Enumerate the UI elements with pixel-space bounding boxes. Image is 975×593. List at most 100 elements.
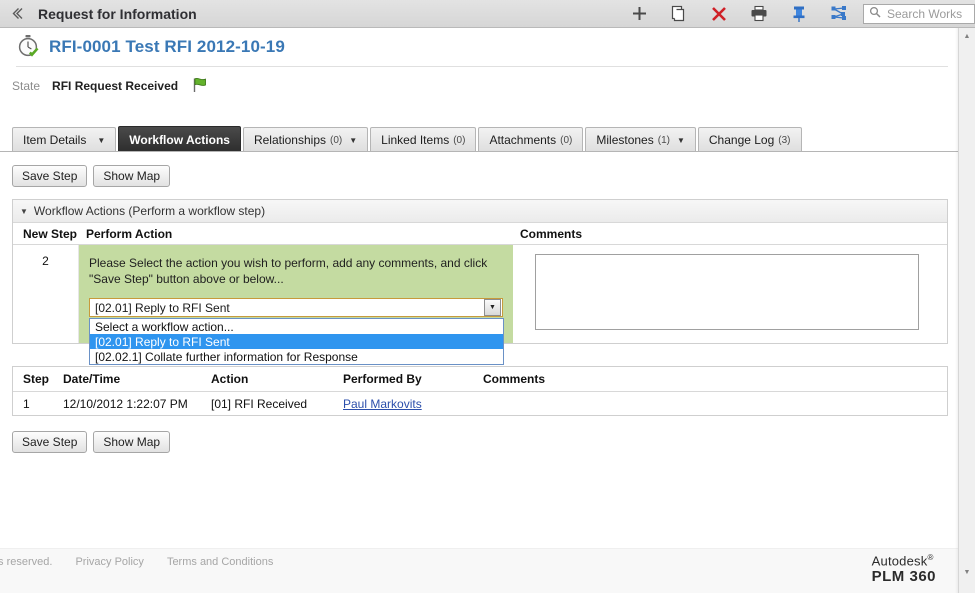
tab-relationships[interactable]: Relationships (0) ▼ xyxy=(242,127,369,152)
collapse-triangle-icon[interactable]: ▼ xyxy=(20,207,28,216)
privacy-policy-link[interactable]: Privacy Policy xyxy=(75,556,143,568)
brand-plm360: PLM 360 xyxy=(871,568,936,586)
tab-count: (0) xyxy=(560,134,573,146)
header-divider xyxy=(16,66,948,67)
history-header-row: Step Date/Time Action Performed By Comme… xyxy=(13,367,947,392)
save-step-button-top[interactable]: Save Step xyxy=(12,165,88,187)
chevron-down-icon: ▼ xyxy=(676,135,685,145)
flag-icon xyxy=(190,75,210,98)
column-header-comments: Comments xyxy=(520,226,583,241)
toolbar-icon-group xyxy=(619,0,975,28)
tab-bar-underline xyxy=(0,151,958,152)
workflow-action-select[interactable]: [02.01] Reply to RFI Sent ▼ Select a wor… xyxy=(89,298,504,365)
pin-icon[interactable] xyxy=(779,0,819,28)
page-title: RFI-0001 Test RFI 2012-10-19 xyxy=(49,37,285,56)
footer-links: ts reserved. Privacy Policy Terms and Co… xyxy=(0,556,273,568)
tab-count: (1) xyxy=(657,134,670,146)
state-row: State RFI Request Received xyxy=(0,70,958,102)
workflow-action-option-selected[interactable]: [02.01] Reply to RFI Sent xyxy=(90,334,503,349)
application-window: Request for Information Search Works RFI… xyxy=(0,0,975,593)
tab-attachments[interactable]: Attachments (0) xyxy=(478,127,584,152)
tab-bar: Item Details ▼ Workflow Actions Relation… xyxy=(12,126,804,152)
search-icon xyxy=(869,6,881,21)
footer-copyright: ts reserved. xyxy=(0,556,53,568)
chevron-down-icon: ▼ xyxy=(97,135,106,145)
column-header-perform-action: Perform Action xyxy=(86,226,173,241)
column-header-new-step: New Step xyxy=(23,226,78,241)
print-icon[interactable] xyxy=(739,0,779,28)
workflow-action-select-box[interactable]: [02.01] Reply to RFI Sent ▼ xyxy=(89,298,503,317)
action-instruction-text: Please Select the action you wish to per… xyxy=(89,256,488,286)
tab-milestones[interactable]: Milestones (1) ▼ xyxy=(585,127,696,152)
top-toolbar: Request for Information xyxy=(0,0,975,28)
brand-autodesk-text: Autodesk xyxy=(871,553,928,569)
tab-label: Linked Items xyxy=(381,133,450,147)
tab-label: Relationships xyxy=(253,133,326,147)
tab-label: Change Log xyxy=(708,133,775,147)
back-chevron-icon[interactable] xyxy=(0,0,34,28)
action-buttons-top: Save Step Show Map xyxy=(12,165,171,187)
panel-header[interactable]: ▼ Workflow Actions (Perform a workflow s… xyxy=(13,200,947,223)
workflow-actions-panel: ▼ Workflow Actions (Perform a workflow s… xyxy=(12,199,948,365)
tab-item-details[interactable]: Item Details ▼ xyxy=(12,127,117,152)
state-value: RFI Request Received xyxy=(52,79,179,93)
page-header: RFI-0001 Test RFI 2012-10-19 xyxy=(0,28,958,66)
workflow-grid-header: New Step Perform Action Comments xyxy=(13,223,947,245)
search-input[interactable] xyxy=(885,4,970,23)
workflow-grid-row: 2 Please Select the action you wish to p… xyxy=(13,245,947,365)
chevron-down-icon[interactable]: ▼ xyxy=(484,299,501,316)
registered-mark: ® xyxy=(927,553,934,562)
workflow-map-icon[interactable] xyxy=(819,0,859,28)
history-column-comments: Comments xyxy=(483,372,546,386)
tab-workflow-actions[interactable]: Workflow Actions xyxy=(118,126,241,152)
tab-count: (0) xyxy=(453,134,466,146)
workflow-action-selected-value: [02.01] Reply to RFI Sent xyxy=(95,300,230,315)
show-map-button-bottom[interactable]: Show Map xyxy=(93,431,171,453)
action-buttons-bottom: Save Step Show Map xyxy=(12,431,171,453)
autodesk-plm360-logo: Autodesk® PLM 360 xyxy=(872,553,936,585)
tab-count: (0) xyxy=(330,134,343,146)
copy-icon[interactable] xyxy=(659,0,699,28)
workflow-action-option[interactable]: Select a workflow action... xyxy=(90,319,503,334)
tab-linked-items[interactable]: Linked Items (0) xyxy=(370,127,477,152)
state-label: State xyxy=(12,79,41,93)
brand-autodesk: Autodesk® xyxy=(872,553,936,568)
history-cell-step: 1 xyxy=(23,396,30,411)
show-map-button-top[interactable]: Show Map xyxy=(93,165,171,187)
stopwatch-status-icon xyxy=(16,34,40,61)
tab-label: Milestones xyxy=(596,133,654,147)
page-footer: ts reserved. Privacy Policy Terms and Co… xyxy=(0,548,958,593)
perform-action-cell: Please Select the action you wish to per… xyxy=(79,245,513,365)
history-cell-datetime: 12/10/2012 1:22:07 PM xyxy=(63,396,188,411)
save-step-button-bottom[interactable]: Save Step xyxy=(12,431,88,453)
tab-count: (3) xyxy=(778,134,791,146)
search-box[interactable] xyxy=(863,3,975,24)
workflow-history-table: Step Date/Time Action Performed By Comme… xyxy=(12,366,948,416)
tab-label: Attachments xyxy=(489,133,557,147)
tab-change-log[interactable]: Change Log (3) xyxy=(697,127,802,152)
history-column-datetime: Date/Time xyxy=(63,372,121,386)
history-column-action: Action xyxy=(211,372,249,386)
comments-textarea[interactable] xyxy=(535,254,919,330)
history-cell-performed-by: Paul Markovits xyxy=(337,397,477,411)
history-column-performed-by: Performed By xyxy=(343,372,422,386)
terms-and-conditions-link[interactable]: Terms and Conditions xyxy=(167,556,273,568)
workflow-action-option[interactable]: [02.02.1] Collate further information fo… xyxy=(90,349,503,364)
table-row: 1 12/10/2012 1:22:07 PM [01] RFI Receive… xyxy=(13,392,947,415)
new-step-number: 2 xyxy=(13,245,79,343)
vertical-scrollbar[interactable]: ▲ ▼ xyxy=(958,28,975,593)
add-icon[interactable] xyxy=(619,0,659,28)
window-title: Request for Information xyxy=(38,5,197,22)
tab-label: Item Details xyxy=(23,133,87,147)
panel-title: Workflow Actions (Perform a workflow ste… xyxy=(33,204,266,218)
scroll-down-arrow-icon[interactable]: ▼ xyxy=(959,564,975,581)
chevron-down-icon: ▼ xyxy=(349,135,358,145)
scroll-up-arrow-icon[interactable]: ▲ xyxy=(959,28,975,45)
comments-cell xyxy=(513,245,947,343)
history-cell-action: [01] RFI Received xyxy=(211,396,308,411)
delete-icon[interactable] xyxy=(699,0,739,28)
tab-label: Workflow Actions xyxy=(129,132,230,147)
workflow-action-option-list: Select a workflow action... [02.01] Repl… xyxy=(89,318,504,365)
performed-by-link[interactable]: Paul Markovits xyxy=(343,397,422,411)
history-column-step: Step xyxy=(23,372,50,386)
